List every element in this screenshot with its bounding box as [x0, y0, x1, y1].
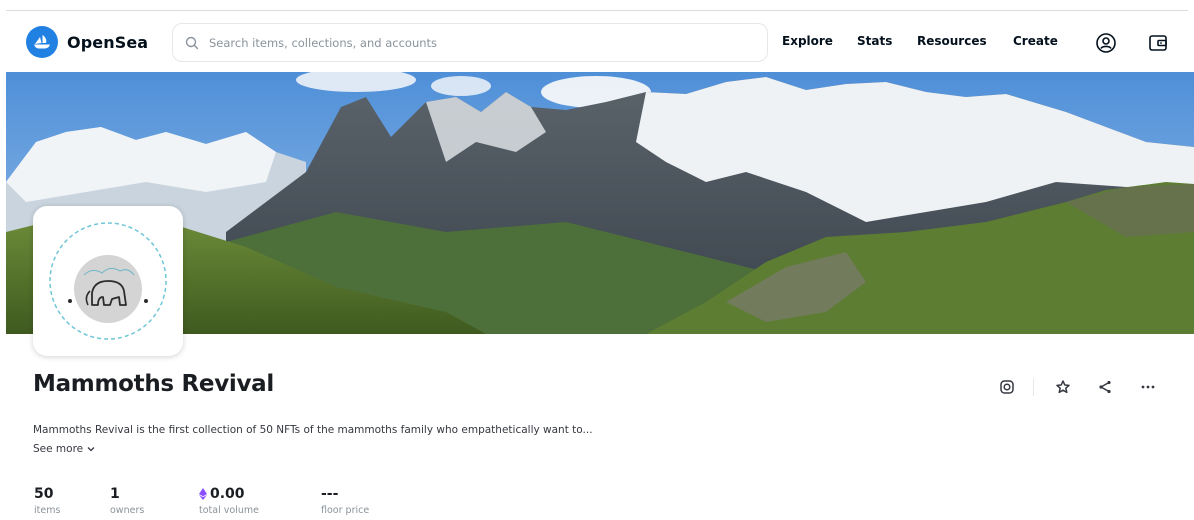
ethereum-icon: [199, 488, 207, 500]
collection-description: Mammoths Revival is the first collection…: [33, 424, 593, 436]
top-header: OpenSea Explore Stats Resources Create: [0, 14, 1194, 70]
share-icon[interactable]: [1094, 376, 1116, 398]
chevron-down-icon: [87, 447, 95, 452]
wallet-icon[interactable]: [1146, 31, 1170, 55]
stat-total-volume-value: 0.00: [210, 486, 245, 502]
stat-owners: 1 owners: [110, 485, 144, 516]
top-divider: [6, 10, 1188, 11]
nav-resources[interactable]: Resources: [917, 34, 987, 48]
nav-stats[interactable]: Stats: [857, 34, 892, 48]
account-icon[interactable]: [1094, 31, 1118, 55]
search-icon: [185, 36, 199, 49]
stat-total-volume: 0.00 total volume: [199, 485, 259, 516]
star-icon[interactable]: [1052, 376, 1074, 398]
search-input[interactable]: [209, 35, 749, 50]
opensea-ship-icon: [26, 26, 58, 58]
stat-items-value: 50: [34, 486, 54, 502]
nav-create[interactable]: Create: [1013, 34, 1058, 48]
collection-avatar: [33, 206, 183, 356]
stat-floor-price: --- floor price: [321, 485, 369, 516]
stat-floor-price-label: floor price: [321, 505, 370, 516]
more-options-icon[interactable]: [1137, 376, 1159, 398]
collection-title: Mammoths Revival: [33, 371, 274, 397]
stat-owners-value: 1: [110, 486, 120, 502]
stat-floor-price-value: ---: [321, 486, 339, 502]
collection-banner-image: [6, 72, 1194, 334]
stat-items-label: items: [34, 505, 61, 516]
nav-explore[interactable]: Explore: [782, 34, 833, 48]
stat-owners-label: owners: [110, 505, 145, 516]
instagram-icon[interactable]: [996, 376, 1018, 398]
see-more-label: See more: [33, 443, 84, 455]
see-more-link[interactable]: See more: [33, 443, 95, 455]
actions-divider: [1033, 378, 1034, 396]
search-bar[interactable]: [172, 23, 768, 62]
brand-name: OpenSea: [67, 32, 149, 52]
opensea-logo[interactable]: OpenSea: [26, 26, 148, 58]
stat-items: 50 items: [34, 485, 60, 516]
stat-total-volume-label: total volume: [199, 505, 259, 516]
